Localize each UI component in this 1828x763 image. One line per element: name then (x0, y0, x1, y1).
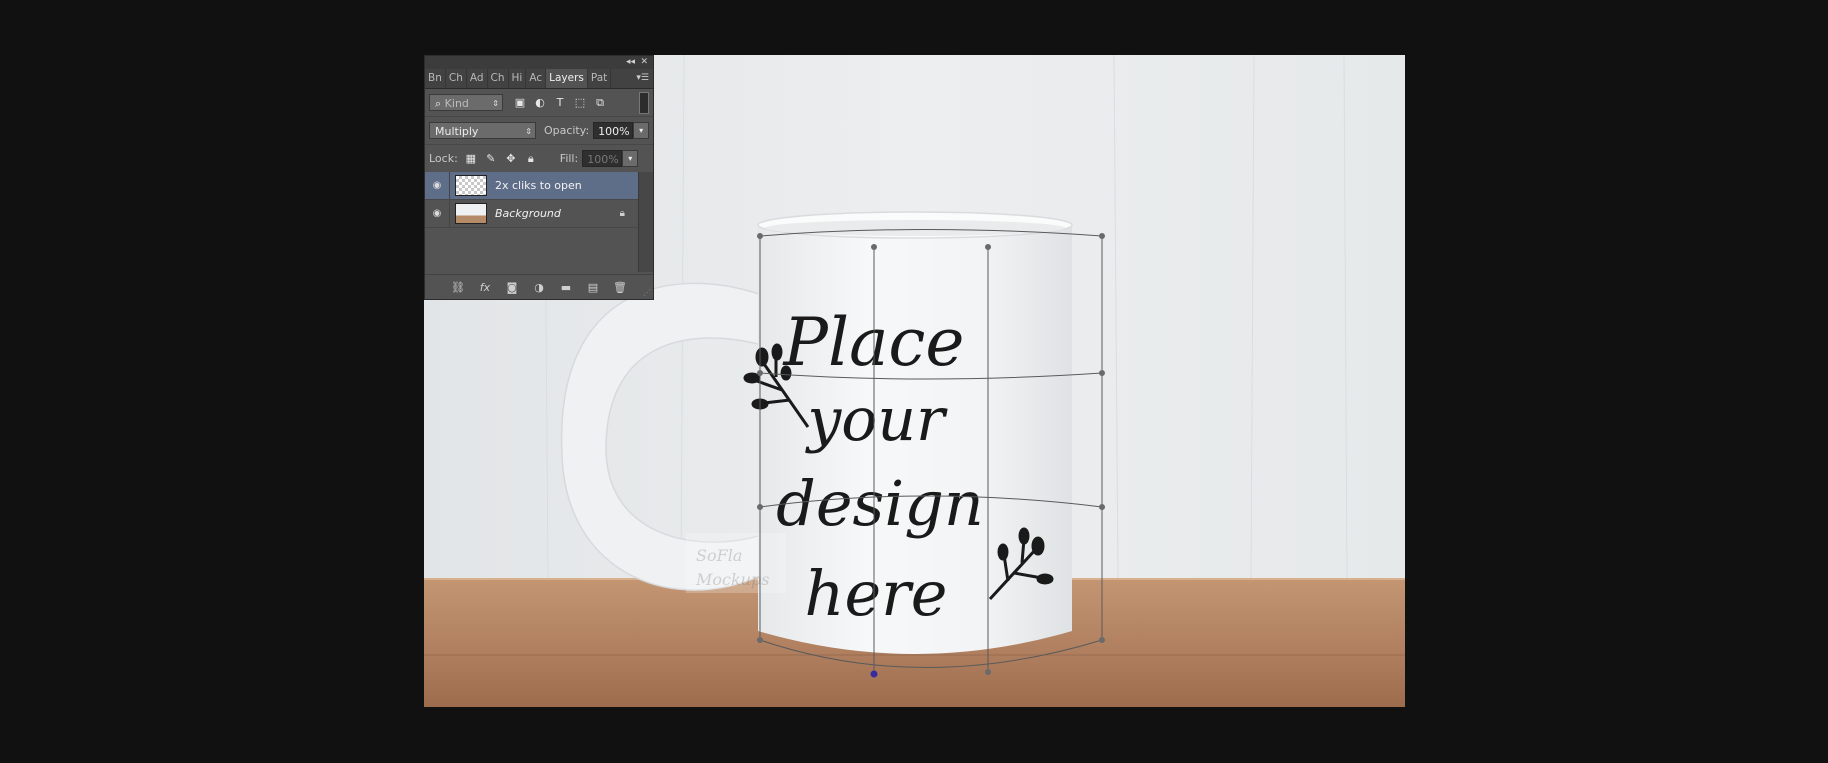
adjustment-layer-icon[interactable]: ◑ (531, 281, 547, 294)
panel-menu-icon[interactable]: ▾☰ (636, 69, 653, 88)
resize-grip-icon[interactable]: ⋰ (643, 288, 651, 297)
tab-layers[interactable]: Layers (546, 69, 588, 88)
smart-object-filter-icon[interactable]: ⧉ (593, 96, 607, 110)
layers-panel: ◂◂ ✕ Bn Ch Ad Ch Hi Ac Layers Pat ▾☰ ⌕ K… (424, 55, 654, 300)
tab-paths[interactable]: Pat (588, 69, 612, 88)
tab-adjustments[interactable]: Ad (467, 69, 488, 88)
layers-list: ◉ 2x cliks to open ◉ Background 🔒︎ (425, 172, 639, 272)
fill-label: Fill: (559, 152, 579, 165)
opacity-field[interactable]: 100% (593, 122, 634, 139)
lock-transparent-icon[interactable]: ▦ (464, 152, 478, 166)
lock-row: Lock: ▦ ✎ ✥ 🔒︎ Fill: 100% ▾ (425, 145, 653, 173)
chevron-up-down-icon: ⇕ (492, 99, 499, 108)
design-line-3: design (776, 467, 984, 540)
filter-toggle[interactable] (639, 92, 649, 114)
blend-row: Multiply ⇕ Opacity: 100% ▾ (425, 117, 653, 145)
layer-mask-icon[interactable]: ◙ (504, 281, 520, 294)
type-filter-icon[interactable]: T (553, 96, 567, 110)
image-filter-icon[interactable]: ▣ (513, 96, 527, 110)
trash-icon[interactable]: 🗑︎ (612, 281, 628, 294)
adjustment-filter-icon[interactable]: ◐ (533, 96, 547, 110)
watermark-line-2: Mockups (695, 570, 769, 589)
background-thumbnail (455, 203, 487, 224)
kind-label: Kind (444, 97, 469, 110)
tab-character[interactable]: Ch (446, 69, 467, 88)
fill-dropdown-button[interactable]: ▾ (622, 150, 639, 167)
panel-footer: ⛓ fx ◙ ◑ ▬ ▤ 🗑︎ ⋰ (425, 274, 653, 299)
smart-object-thumbnail (455, 175, 487, 196)
opacity-label: Opacity: (543, 124, 590, 137)
kind-filter-select[interactable]: ⌕ Kind ⇕ (429, 94, 503, 111)
close-icon[interactable]: ✕ (640, 56, 648, 69)
layer-row-background[interactable]: ◉ Background 🔒︎ (425, 200, 639, 228)
panel-tabs: Bn Ch Ad Ch Hi Ac Layers Pat ▾☰ (425, 69, 653, 89)
opacity-dropdown-button[interactable]: ▾ (633, 122, 649, 139)
tab-actions[interactable]: Ac (526, 69, 547, 88)
design-line-4: here (805, 557, 948, 630)
link-layers-icon[interactable]: ⛓ (450, 281, 466, 294)
chevron-up-down-icon: ⇕ (525, 127, 532, 136)
watermark-line-1: SoFla (696, 546, 742, 565)
layer-name: 2x cliks to open (495, 179, 582, 192)
eye-icon[interactable]: ◉ (425, 172, 450, 199)
double-chevron-left-icon[interactable]: ◂◂ (626, 56, 635, 69)
tab-history[interactable]: Hi (509, 69, 527, 88)
new-layer-icon[interactable]: ▤ (585, 281, 601, 294)
lock-move-icon[interactable]: ✥ (504, 152, 518, 166)
eye-icon[interactable]: ◉ (425, 200, 450, 227)
tab-brush[interactable]: Bn (425, 69, 446, 88)
filter-row: ⌕ Kind ⇕ ▣ ◐ T ⬚ ⧉ (425, 89, 653, 117)
fill-field[interactable]: 100% (582, 150, 623, 167)
layers-scrollbar[interactable] (638, 172, 653, 272)
layer-name: Background (495, 207, 561, 220)
layer-row-smart-object[interactable]: ◉ 2x cliks to open (425, 172, 639, 200)
blend-mode-value: Multiply (435, 125, 479, 138)
lock-icon: 🔒︎ (619, 208, 625, 219)
design-line-2: your (804, 385, 948, 455)
shape-filter-icon[interactable]: ⬚ (573, 96, 587, 110)
search-icon: ⌕ (435, 97, 445, 110)
fx-icon[interactable]: fx (477, 281, 493, 294)
lock-label: Lock: (429, 152, 458, 165)
watermark: SoFla Mockups (686, 533, 786, 593)
blend-mode-select[interactable]: Multiply ⇕ (429, 122, 536, 139)
lock-paint-icon[interactable]: ✎ (484, 152, 498, 166)
lock-all-icon[interactable]: 🔒︎ (524, 152, 538, 166)
panel-title-bar[interactable]: ◂◂ ✕ (425, 56, 653, 69)
group-folder-icon[interactable]: ▬ (558, 281, 574, 294)
tab-channels[interactable]: Ch (488, 69, 509, 88)
